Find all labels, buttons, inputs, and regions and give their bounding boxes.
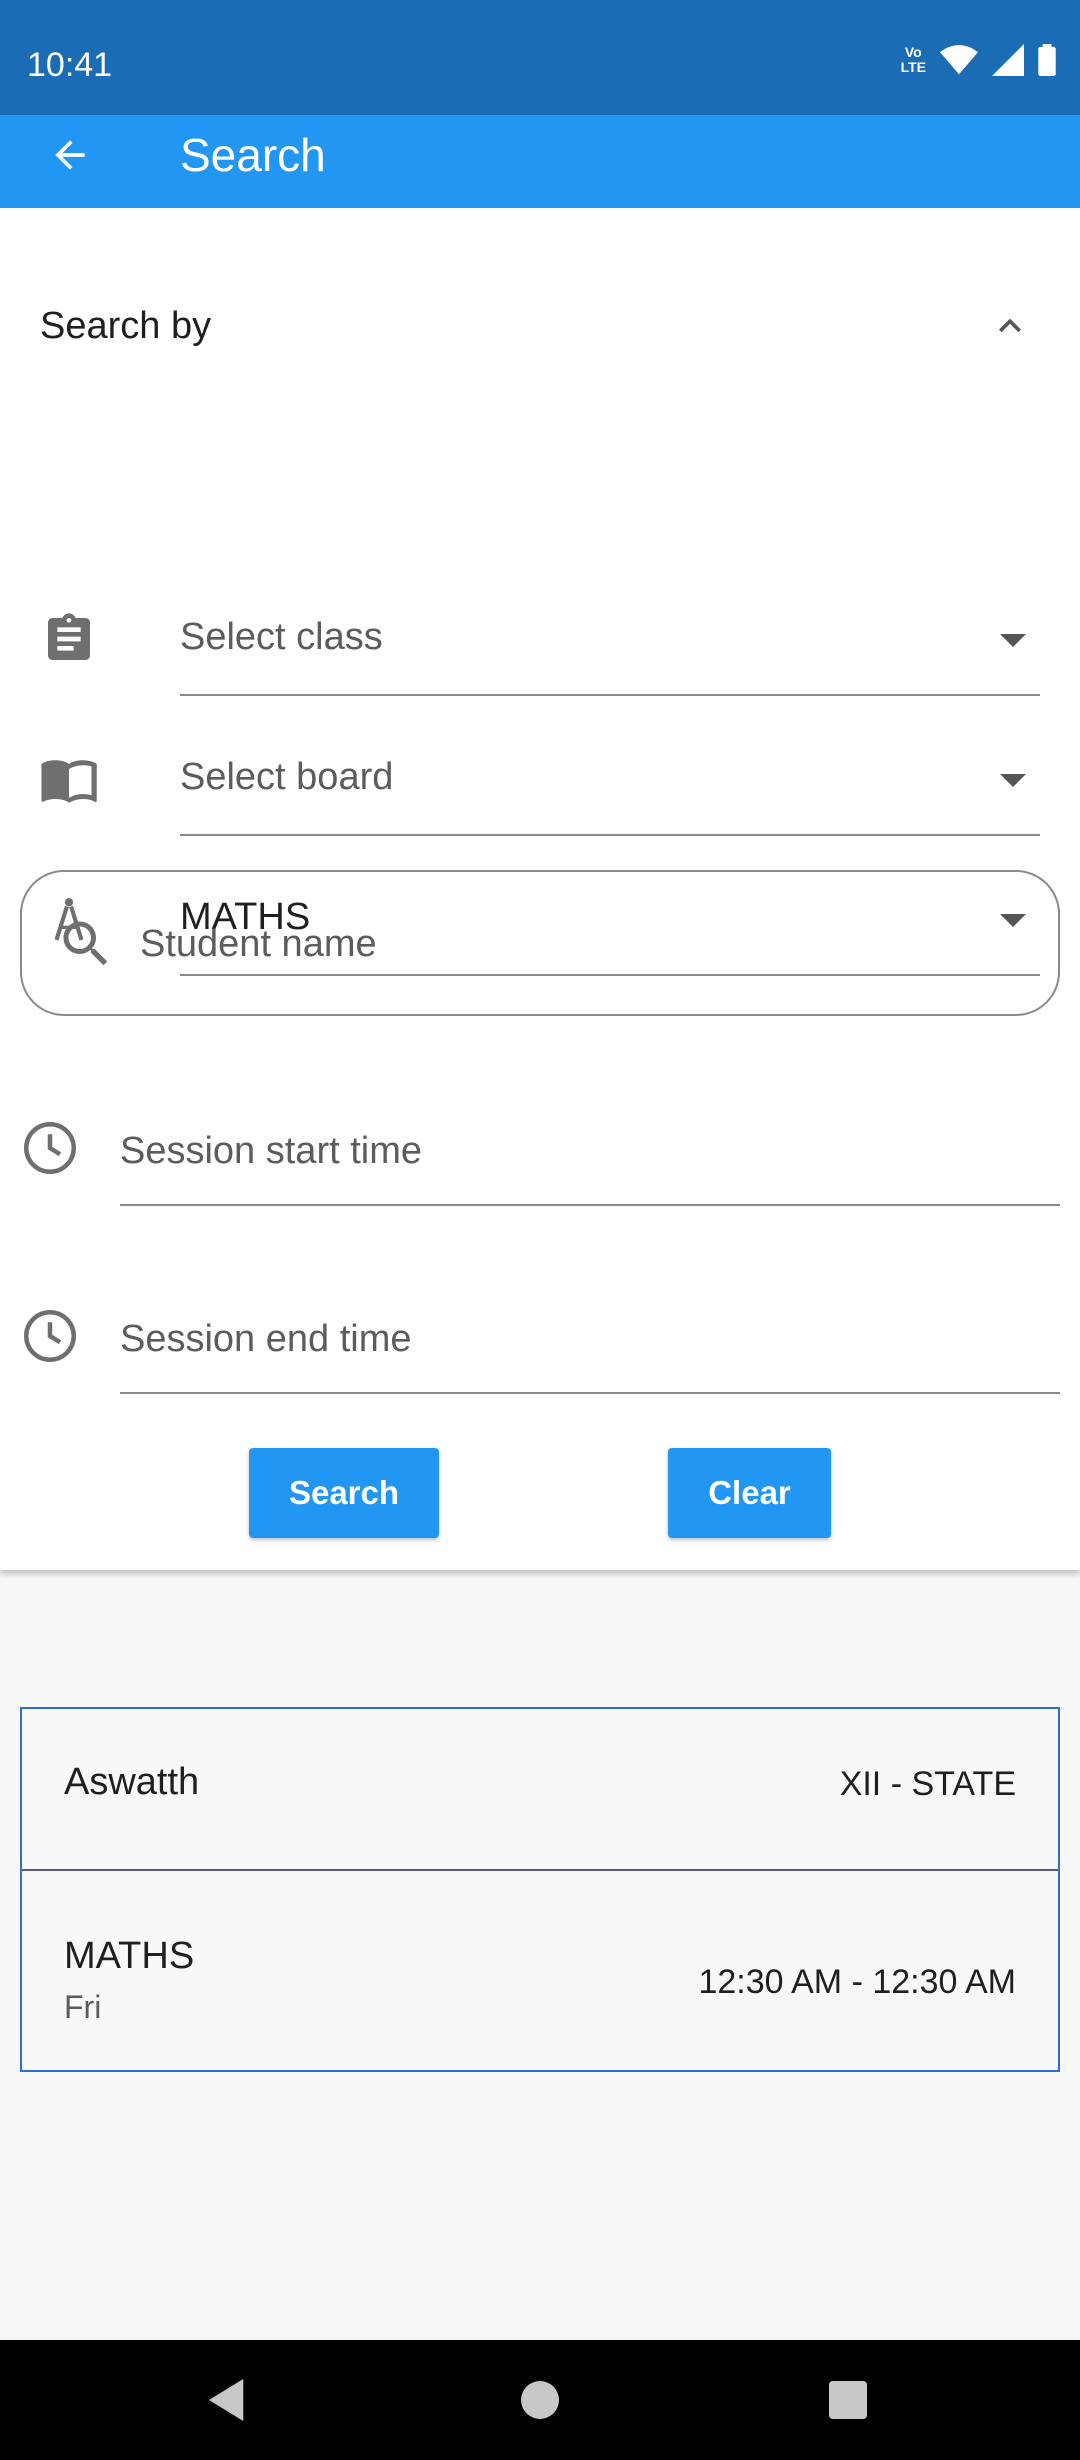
book-icon (41, 760, 97, 803)
clipboard-icon (48, 613, 90, 660)
search-by-label: Search by (40, 304, 212, 347)
arrow-back-icon (55, 140, 85, 170)
cellular-signal-icon (992, 44, 1024, 76)
volte-icon: Vo LTE (900, 44, 926, 75)
class-board-label: XII - STATE (839, 1765, 1016, 1803)
session-end-time-field[interactable]: Session end time (120, 1256, 1060, 1394)
board-select-row: Select board (0, 698, 1080, 838)
page-title: Search (180, 129, 326, 181)
result-card[interactable]: Aswatth XII - STATE MATHS Fri 12:30 AM -… (20, 1707, 1060, 2072)
session-end-time-placeholder: Session end time (120, 1318, 412, 1360)
nav-back-button[interactable] (198, 2370, 258, 2430)
day-label: Fri (64, 1989, 102, 2025)
back-button[interactable] (40, 115, 100, 195)
student-name: Aswatth (64, 1761, 200, 1803)
session-time-range: 12:30 AM - 12:30 AM (698, 1963, 1016, 2001)
clear-button[interactable]: Clear (668, 1448, 831, 1538)
search-by-header[interactable]: Search by (40, 296, 1032, 356)
class-select[interactable]: Select class (180, 558, 1040, 696)
chevron-up-icon[interactable] (988, 304, 1032, 348)
app-bar: Search (0, 115, 1080, 208)
nav-home-button[interactable] (510, 2370, 570, 2430)
class-select-row: Select class (0, 558, 1080, 698)
status-bar: 10:41 Vo LTE (0, 0, 1080, 115)
student-name-input[interactable] (140, 918, 1020, 970)
status-time: 10:41 (27, 46, 113, 84)
session-end-row: Session end time (0, 1256, 1080, 1396)
search-filter-panel: Search by Select class Select board MATH… (0, 208, 1080, 1570)
session-start-time-field[interactable]: Session start time (120, 1068, 1060, 1206)
system-nav-bar (0, 2340, 1080, 2460)
wifi-icon (940, 44, 978, 75)
dropdown-arrow-icon (1000, 634, 1026, 647)
circle-home-icon (521, 2381, 559, 2419)
class-select-value: Select class (180, 616, 383, 658)
session-start-row: Session start time (0, 1068, 1080, 1208)
session-start-time-placeholder: Session start time (120, 1130, 422, 1172)
subject-label: MATHS (64, 1935, 195, 1977)
search-icon (63, 921, 108, 966)
board-select[interactable]: Select board (180, 698, 1040, 836)
battery-icon (1038, 44, 1056, 76)
clock-icon (24, 1310, 76, 1362)
nav-recents-button[interactable] (818, 2370, 878, 2430)
board-select-value: Select board (180, 756, 394, 798)
clock-icon (24, 1122, 76, 1174)
status-icons: Vo LTE (901, 44, 1056, 76)
triangle-back-icon (208, 2379, 244, 2421)
square-recents-icon (829, 2381, 867, 2419)
result-card-header: Aswatth XII - STATE (22, 1709, 1058, 1871)
student-name-field[interactable] (20, 870, 1060, 1016)
search-button[interactable]: Search (249, 1448, 439, 1538)
dropdown-arrow-icon (1000, 774, 1026, 787)
